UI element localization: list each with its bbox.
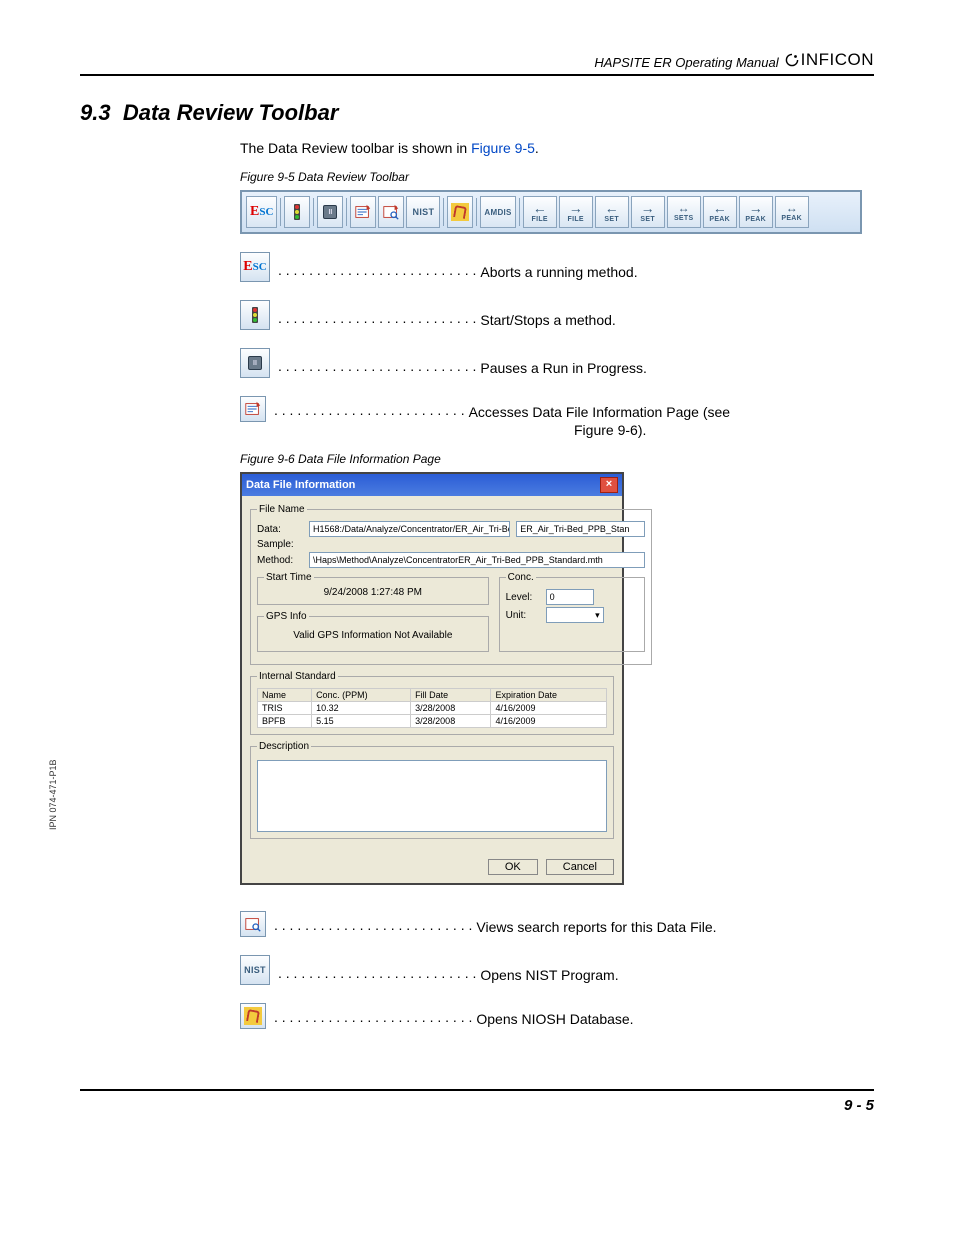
figure-9-6-caption: Figure 9-6 Data File Information Page	[240, 452, 874, 466]
unit-select[interactable]: ▾	[546, 607, 604, 623]
peak-back-button[interactable]: ←PEAK	[703, 196, 737, 228]
pause-button[interactable]: II	[317, 196, 343, 228]
conc-group: Conc. Level: 0 Unit: ▾	[499, 572, 645, 652]
figure-9-5-link[interactable]: Figure 9-5	[471, 140, 535, 156]
filename-group: File Name Data: H1568:/Data/Analyze/Conc…	[250, 504, 652, 665]
info-icon-ref	[240, 396, 266, 422]
peak-both-button[interactable]: ↔PEAK	[775, 196, 809, 228]
file-info-icon	[244, 400, 262, 418]
figure-9-5-caption: Figure 9-5 Data Review Toolbar	[240, 170, 874, 184]
esc-description: Aborts a running method.	[480, 264, 637, 280]
nist-description: Opens NIST Program.	[480, 967, 618, 983]
level-field[interactable]: 0	[546, 589, 594, 605]
method-field[interactable]: \Haps\Method\Analyze\ConcentratorER_Air_…	[309, 552, 645, 568]
niosh-icon	[244, 1007, 262, 1025]
start-stop-icon-ref	[240, 300, 270, 330]
ok-button[interactable]: OK	[488, 859, 538, 875]
table-row: TRIS 10.32 3/28/2008 4/16/2009	[258, 702, 607, 715]
dialog-title-text: Data File Information	[246, 479, 355, 491]
gps-info-text: Valid GPS Information Not Available	[264, 626, 482, 645]
sample-label: Sample:	[257, 539, 303, 550]
file-back-button[interactable]: ←FILE	[523, 196, 557, 228]
start-stop-button[interactable]	[284, 196, 310, 228]
leader-dots: . . . . . . . . . . . . . . . . . . . . …	[278, 965, 476, 981]
gps-info-group: GPS Info Valid GPS Information Not Avail…	[257, 611, 489, 652]
set-fwd-button[interactable]: →SET	[631, 196, 665, 228]
traffic-light-icon	[294, 204, 300, 220]
manual-title: HAPSITE ER Operating Manual	[594, 55, 778, 70]
nist-icon-ref: NIST	[240, 955, 270, 985]
unit-label: Unit:	[506, 610, 540, 621]
pause-icon-ref: II	[240, 348, 270, 378]
file-info-icon	[354, 203, 372, 221]
cancel-button[interactable]: Cancel	[546, 859, 614, 875]
amdis-button[interactable]: AMDIS	[480, 196, 515, 228]
footer-rule	[80, 1089, 874, 1091]
leader-dots: . . . . . . . . . . . . . . . . . . . . …	[278, 310, 476, 326]
data-file-info-dialog: Data File Information × File Name Data: …	[240, 472, 624, 885]
level-label: Level:	[506, 592, 540, 603]
data-file-info-button[interactable]	[350, 196, 376, 228]
niosh-description: Opens NIOSH Database.	[476, 1011, 633, 1027]
section-heading: 9.3 Data Review Toolbar	[80, 100, 874, 126]
ipn-side-text: IPN 074-471-P1B	[48, 759, 58, 830]
data-field-left[interactable]: H1568:/Data/Analyze/Concentrator/ER_Air_…	[309, 521, 510, 537]
internal-standard-group: Internal Standard Name Conc. (PPM) Fill …	[250, 671, 614, 735]
internal-standard-table: Name Conc. (PPM) Fill Date Expiration Da…	[257, 688, 607, 728]
info-description-cont: Figure 9-6).	[574, 422, 874, 438]
description-textarea[interactable]	[257, 760, 607, 832]
start-time-group: Start Time 9/24/2008 1:27:48 PM	[257, 572, 489, 605]
search-icon-ref	[240, 911, 266, 937]
sets-button[interactable]: ↔SETS	[667, 196, 701, 228]
peak-fwd-button[interactable]: →PEAK	[739, 196, 773, 228]
pause-description: Pauses a Run in Progress.	[480, 360, 647, 376]
leader-dots: . . . . . . . . . . . . . . . . . . . . …	[278, 262, 476, 278]
search-report-icon	[382, 203, 400, 221]
info-description: Accesses Data File Information Page (see	[469, 404, 730, 420]
start-time-value: 9/24/2008 1:27:48 PM	[264, 587, 482, 598]
pause-icon: II	[323, 205, 337, 219]
page-number: 9 - 5	[80, 1097, 874, 1114]
niosh-button[interactable]	[447, 196, 473, 228]
niosh-icon	[451, 203, 469, 221]
page-header: HAPSITE ER Operating Manual INFICON	[80, 50, 874, 76]
brand-name: INFICON	[801, 50, 874, 70]
description-group: Description	[250, 741, 614, 839]
data-review-toolbar: ESC II	[240, 190, 862, 234]
search-report-icon	[244, 915, 262, 933]
search-description: Views search reports for this Data File.	[476, 919, 716, 935]
intro-paragraph: The Data Review toolbar is shown in Figu…	[240, 140, 874, 156]
file-fwd-button[interactable]: →FILE	[559, 196, 593, 228]
traffic-light-icon	[252, 307, 258, 323]
col-conc: Conc. (PPM)	[312, 689, 411, 702]
leader-dots: . . . . . . . . . . . . . . . . . . . . …	[274, 1009, 472, 1025]
esc-icon-ref: ESC	[240, 252, 270, 282]
close-icon[interactable]: ×	[600, 477, 618, 493]
leader-dots: . . . . . . . . . . . . . . . . . . . . …	[278, 358, 476, 374]
chevron-down-icon: ▾	[595, 608, 600, 622]
leader-dots: . . . . . . . . . . . . . . . . . . . . …	[274, 402, 465, 418]
set-back-button[interactable]: ←SET	[595, 196, 629, 228]
figure-9-6-link[interactable]: Figure 9-6	[574, 422, 638, 438]
data-field-right[interactable]: ER_Air_Tri-Bed_PPB_Stan	[516, 521, 645, 537]
col-exp: Expiration Date	[491, 689, 607, 702]
search-reports-button[interactable]	[378, 196, 404, 228]
logo-swirl-icon	[785, 53, 799, 67]
col-fill: Fill Date	[411, 689, 491, 702]
method-label: Method:	[257, 555, 303, 566]
niosh-icon-ref	[240, 1003, 266, 1029]
leader-dots: . . . . . . . . . . . . . . . . . . . . …	[274, 917, 472, 933]
table-row: BPFB 5.15 3/28/2008 4/16/2009	[258, 715, 607, 728]
dialog-titlebar: Data File Information ×	[242, 474, 622, 496]
data-label: Data:	[257, 524, 303, 535]
nist-button[interactable]: NIST	[406, 196, 440, 228]
pause-icon: II	[248, 356, 262, 370]
start-description: Start/Stops a method.	[480, 312, 615, 328]
esc-button[interactable]: ESC	[246, 196, 277, 228]
col-name: Name	[258, 689, 312, 702]
brand-logo: INFICON	[785, 50, 874, 70]
